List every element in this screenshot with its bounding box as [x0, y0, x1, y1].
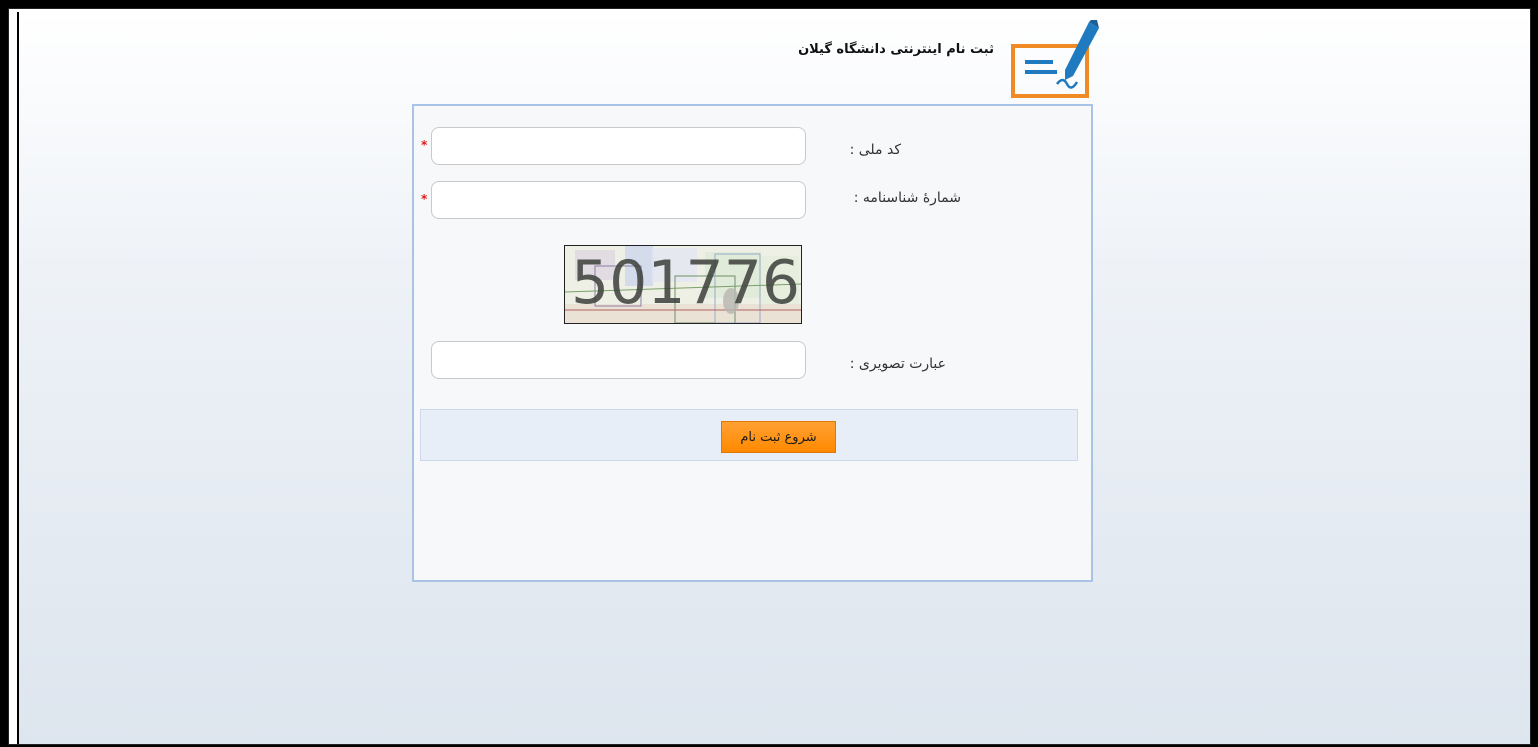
id-number-label: شمارهٔ شناسنامه :: [853, 190, 961, 206]
registration-page: ثبت نام اینترنتی دانشگاه گیلان کد ملی : …: [17, 12, 1530, 744]
signature-pen-icon: [1011, 20, 1101, 100]
id-number-input[interactable]: [431, 181, 806, 219]
browser-viewport: ثبت نام اینترنتی دانشگاه گیلان کد ملی : …: [8, 8, 1531, 745]
captcha-answer-input[interactable]: [431, 341, 806, 379]
submit-bar: شروع ثبت نام: [420, 409, 1078, 461]
registration-form-panel: کد ملی : * شمارهٔ شناسنامه : * 501776 عب…: [412, 104, 1093, 582]
start-registration-button[interactable]: شروع ثبت نام: [721, 421, 836, 453]
captcha-text: 501776: [571, 248, 801, 318]
page-title: ثبت نام اینترنتی دانشگاه گیلان: [798, 42, 994, 57]
captcha-image: 501776: [564, 245, 802, 324]
captcha-answer-label: عبارت تصویری :: [849, 356, 946, 372]
national-code-input[interactable]: [431, 127, 806, 165]
id-number-required-mark: *: [421, 192, 428, 206]
national-code-label: کد ملی :: [849, 142, 901, 158]
national-code-required-mark: *: [421, 138, 428, 152]
